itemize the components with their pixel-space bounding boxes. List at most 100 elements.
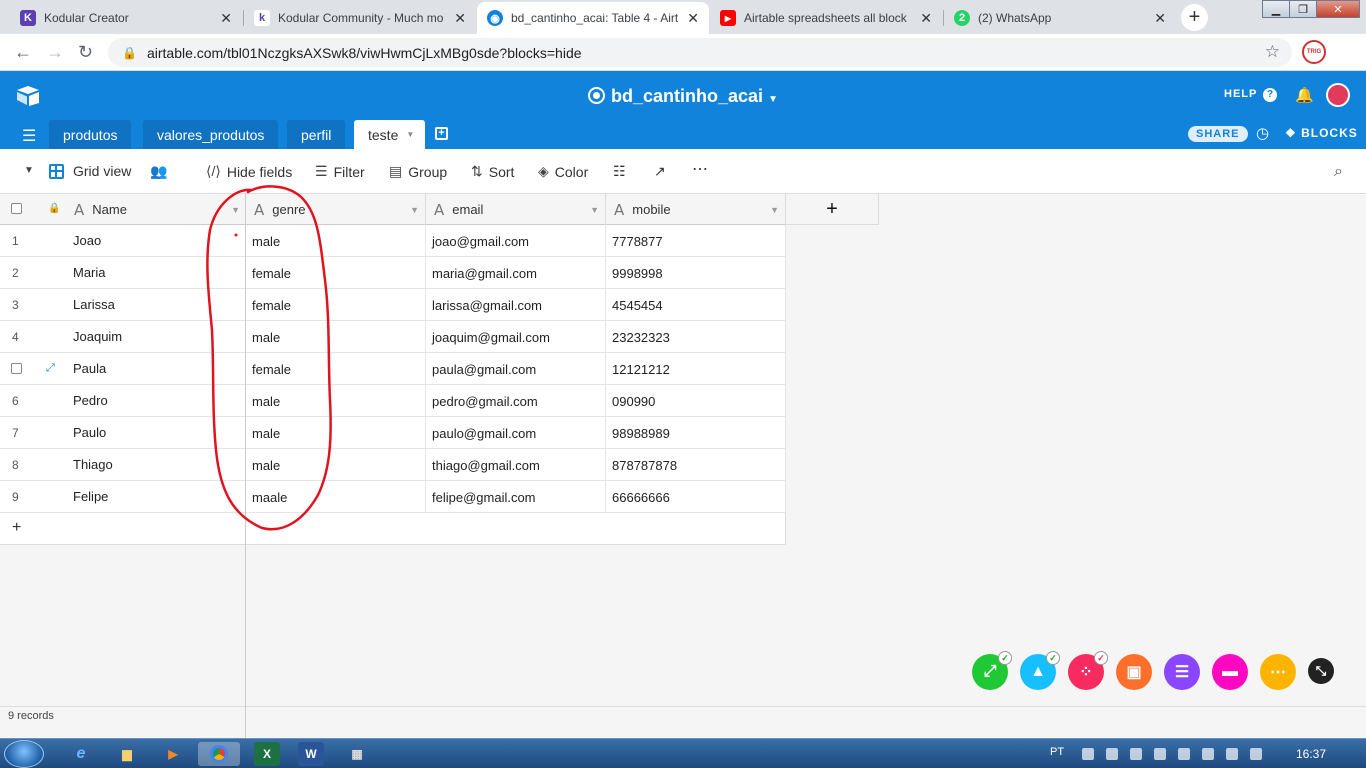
cell-name[interactable]: Joao (73, 225, 101, 257)
tab-perfil[interactable]: perfil (287, 120, 346, 149)
language-indicator[interactable]: PT (1050, 746, 1064, 758)
browser-tab-kodular-creator[interactable]: K Kodular Creator ✕ (10, 2, 242, 34)
row-checkbox[interactable] (11, 363, 22, 374)
select-all-checkbox[interactable] (11, 203, 22, 214)
search-icon[interactable]: ⌕ (1334, 163, 1343, 181)
browser-tab-youtube[interactable]: ▶ Airtable spreadsheets all block ✕ (710, 2, 942, 34)
hide-fields-button[interactable]: ⟨/⟩ Hide fields (206, 163, 292, 180)
history-icon[interactable]: ◷ (1256, 124, 1269, 142)
table-row[interactable]: 6 Pedro (0, 385, 246, 417)
chevron-down-icon[interactable]: ▼ (406, 130, 414, 139)
word-icon[interactable]: W (298, 742, 324, 766)
row-height-icon[interactable]: ☷ (613, 163, 626, 180)
column-header-email[interactable]: A email ▼ (426, 194, 606, 225)
share-view-icon[interactable]: ↗ (654, 163, 666, 180)
minimize-button[interactable]: ▁ (1262, 0, 1290, 18)
add-record-row[interactable] (246, 513, 786, 545)
power-icon[interactable] (1202, 748, 1214, 760)
tab-valores-produtos[interactable]: valores_produtos (143, 120, 279, 149)
table-row[interactable]: 9 Felipe (0, 481, 246, 513)
help-link[interactable]: HELP (1224, 88, 1257, 100)
cell-mobile[interactable]: 090990 (606, 385, 786, 417)
cell-genre[interactable]: male (246, 385, 426, 417)
view-switcher-caret-icon[interactable]: ▼ (24, 165, 34, 176)
cell-mobile[interactable]: 7778877 (606, 225, 786, 257)
shapes-block-button[interactable]: ▲ ✓ (1020, 651, 1060, 690)
close-icon[interactable]: ✕ (920, 10, 932, 27)
cell-genre[interactable]: female (246, 257, 426, 289)
cell-email[interactable]: paulo@gmail.com (426, 417, 606, 449)
table-row[interactable]: male paulo@gmail.com 98988989 (246, 417, 786, 449)
column-header-mobile[interactable]: A mobile ▼ (606, 194, 786, 225)
cell-name[interactable]: Paula (73, 353, 106, 385)
start-button[interactable] (4, 740, 44, 768)
blocks-button[interactable]: ❖ BLOCKS (1285, 126, 1358, 140)
collaborators-icon[interactable]: 👥 (150, 163, 167, 180)
tray-app-icon[interactable] (1082, 748, 1094, 760)
more-blocks-button[interactable]: ⋯ (1260, 654, 1296, 690)
close-icon[interactable]: ✕ (1154, 10, 1166, 27)
avatar[interactable] (1326, 83, 1350, 107)
cell-mobile[interactable]: 98988989 (606, 417, 786, 449)
table-row[interactable]: female paula@gmail.com 12121212 (246, 353, 786, 385)
cell-name[interactable]: Felipe (73, 481, 108, 513)
chevron-down-icon[interactable]: ▼ (770, 205, 779, 215)
nvidia-icon[interactable] (1178, 748, 1190, 760)
share-button[interactable]: SHARE (1188, 126, 1248, 142)
tray-monitor-icon[interactable] (1106, 748, 1118, 760)
cell-mobile[interactable]: 4545454 (606, 289, 786, 321)
cell-email[interactable]: thiago@gmail.com (426, 449, 606, 481)
browser-tab-kodular-community[interactable]: k Kodular Community - Much mo ✕ (244, 2, 476, 34)
close-icon[interactable]: ✕ (220, 10, 232, 27)
filter-button[interactable]: ☰ Filter (315, 163, 365, 180)
table-row[interactable]: 2 Maria (0, 257, 246, 289)
chat-block-button[interactable]: ▬ (1212, 654, 1248, 690)
table-row[interactable]: 7 Paulo (0, 417, 246, 449)
cell-genre[interactable]: male (246, 417, 426, 449)
chevron-down-icon[interactable]: ▼ (410, 205, 419, 215)
forward-arrow-icon[interactable]: → (46, 42, 64, 63)
chrome-taskbar-icon[interactable] (198, 742, 240, 766)
bookmark-star-icon[interactable]: ☆ (1265, 42, 1280, 62)
cell-email[interactable]: paula@gmail.com (426, 353, 606, 385)
view-switcher[interactable]: Grid view (49, 163, 131, 179)
color-button[interactable]: ◈ Color (538, 163, 588, 180)
browser-tab-airtable[interactable]: ◉ bd_cantinho_acai: Table 4 - Airt ✕ (477, 2, 709, 34)
bluetooth-icon[interactable] (1154, 748, 1166, 760)
table-row[interactable]: 4 Joaquim (0, 321, 246, 353)
cell-genre[interactable]: maale (246, 481, 426, 513)
collapse-button[interactable]: ⤡ (1308, 658, 1334, 684)
hamburger-menu-icon[interactable]: ☰ (22, 126, 36, 146)
reload-icon[interactable]: ↻ (78, 42, 93, 63)
cell-genre[interactable]: female (246, 353, 426, 385)
file-explorer-icon[interactable]: ▆ (114, 742, 140, 766)
signal-icon[interactable] (1226, 748, 1238, 760)
cell-email[interactable]: joaquim@gmail.com (426, 321, 606, 353)
media-player-icon[interactable]: ▶ (160, 742, 186, 766)
cell-mobile[interactable]: 878787878 (606, 449, 786, 481)
sort-button[interactable]: ⇅ Sort (471, 163, 514, 180)
apps-block-button[interactable]: ⁘ ✓ (1068, 651, 1108, 690)
volume-icon[interactable] (1250, 748, 1262, 760)
window-close-button[interactable]: ✕ (1316, 0, 1360, 18)
cell-mobile[interactable]: 66666666 (606, 481, 786, 513)
chevron-down-icon[interactable]: ▼ (231, 205, 240, 215)
cell-genre[interactable]: female (246, 289, 426, 321)
clock[interactable]: 16:37 (1296, 747, 1326, 761)
address-bar[interactable]: 🔒 airtable.com/tbl01NczgksAXSwk8/viwHwmC… (108, 38, 1292, 67)
column-header-genre[interactable]: A genre ▼ (246, 194, 426, 225)
notification-bell-icon[interactable]: 🔔 (1295, 86, 1314, 104)
table-row[interactable]: female maria@gmail.com 9998998 (246, 257, 786, 289)
cell-genre[interactable]: male (246, 225, 426, 257)
browser-tab-whatsapp[interactable]: 2 (2) WhatsApp ✕ (944, 2, 1176, 34)
tab-teste[interactable]: teste ▼ (354, 120, 425, 149)
base-title[interactable]: bd_cantinho_acai ▼ (0, 85, 1366, 107)
chevron-down-icon[interactable]: ▼ (590, 205, 599, 215)
excel-icon[interactable]: X (254, 742, 280, 766)
expand-record-icon[interactable]: ⤢ (46, 362, 55, 375)
cell-email[interactable]: larissa@gmail.com (426, 289, 606, 321)
extension-icon[interactable]: TRIG (1302, 40, 1326, 64)
add-table-icon[interactable]: + (435, 127, 448, 140)
cell-name[interactable]: Maria (73, 257, 106, 289)
calculator-icon[interactable]: ▦ (344, 742, 370, 766)
